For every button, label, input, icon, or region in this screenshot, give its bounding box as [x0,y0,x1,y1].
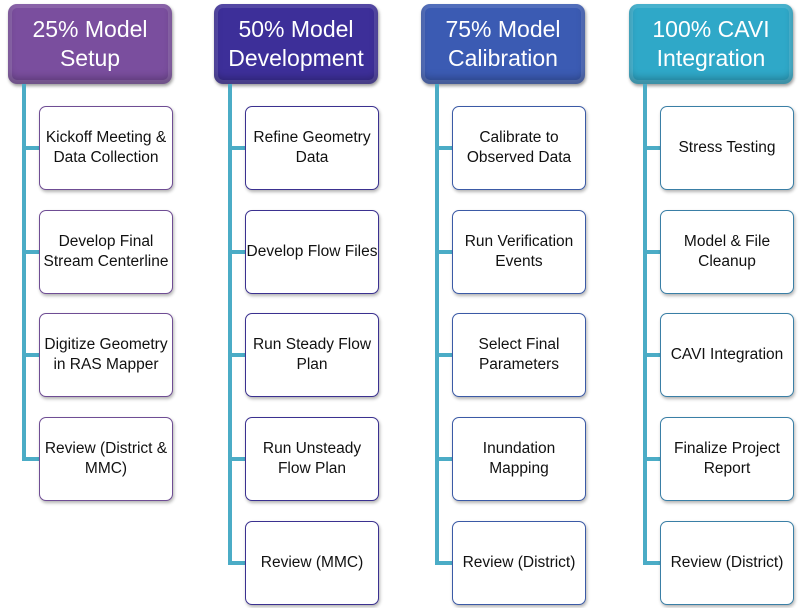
phase-column: 75% Model Calibration Calibrate to Observ… [421,0,621,608]
task-box: Select Final Parameters [452,313,586,398]
task-box: Refine Geometry Data [245,106,379,190]
task-box: CAVI Integration [660,313,794,398]
connector-line [435,84,439,565]
phase-header: 25% Model Setup [8,4,172,84]
phase-header: 75% Model Calibration [421,4,585,84]
task-box: Kickoff Meeting & Data Collection [39,106,173,190]
connector-line [643,84,647,565]
task-box: Review (District) [660,520,794,605]
task-box: Review (District & MMC) [39,417,173,502]
phase-header: 50% Model Development [214,4,378,84]
phase-column: 25% Model Setup Kickoff Meeting & Data Co… [8,0,208,608]
phase-header: 100% CAVI Integration [629,4,793,84]
task-box: Stress Testing [660,106,794,190]
task-box: Finalize Project Report [660,417,794,502]
phase-column: 100% CAVI Integration Stress Testing Model… [629,0,802,608]
task-box: Run Verification Events [452,209,586,294]
task-box: Develop Final Stream Centerline [39,209,173,294]
task-box: Calibrate to Observed Data [452,106,586,190]
task-box: Review (District) [452,520,586,605]
connector-line [228,84,232,565]
task-box: Develop Flow Files [245,209,379,294]
phase-column: 50% Model Development Refine Geometry Dat… [214,0,414,608]
task-box: Inundation Mapping [452,417,586,502]
connector-line [22,84,26,462]
task-box: Model & File Cleanup [660,209,794,294]
task-box: Run Steady Flow Plan [245,313,379,398]
task-box: Digitize Geometry in RAS Mapper [39,313,173,398]
task-box: Run Unsteady Flow Plan [245,417,379,502]
task-box: Review (MMC) [245,520,379,605]
